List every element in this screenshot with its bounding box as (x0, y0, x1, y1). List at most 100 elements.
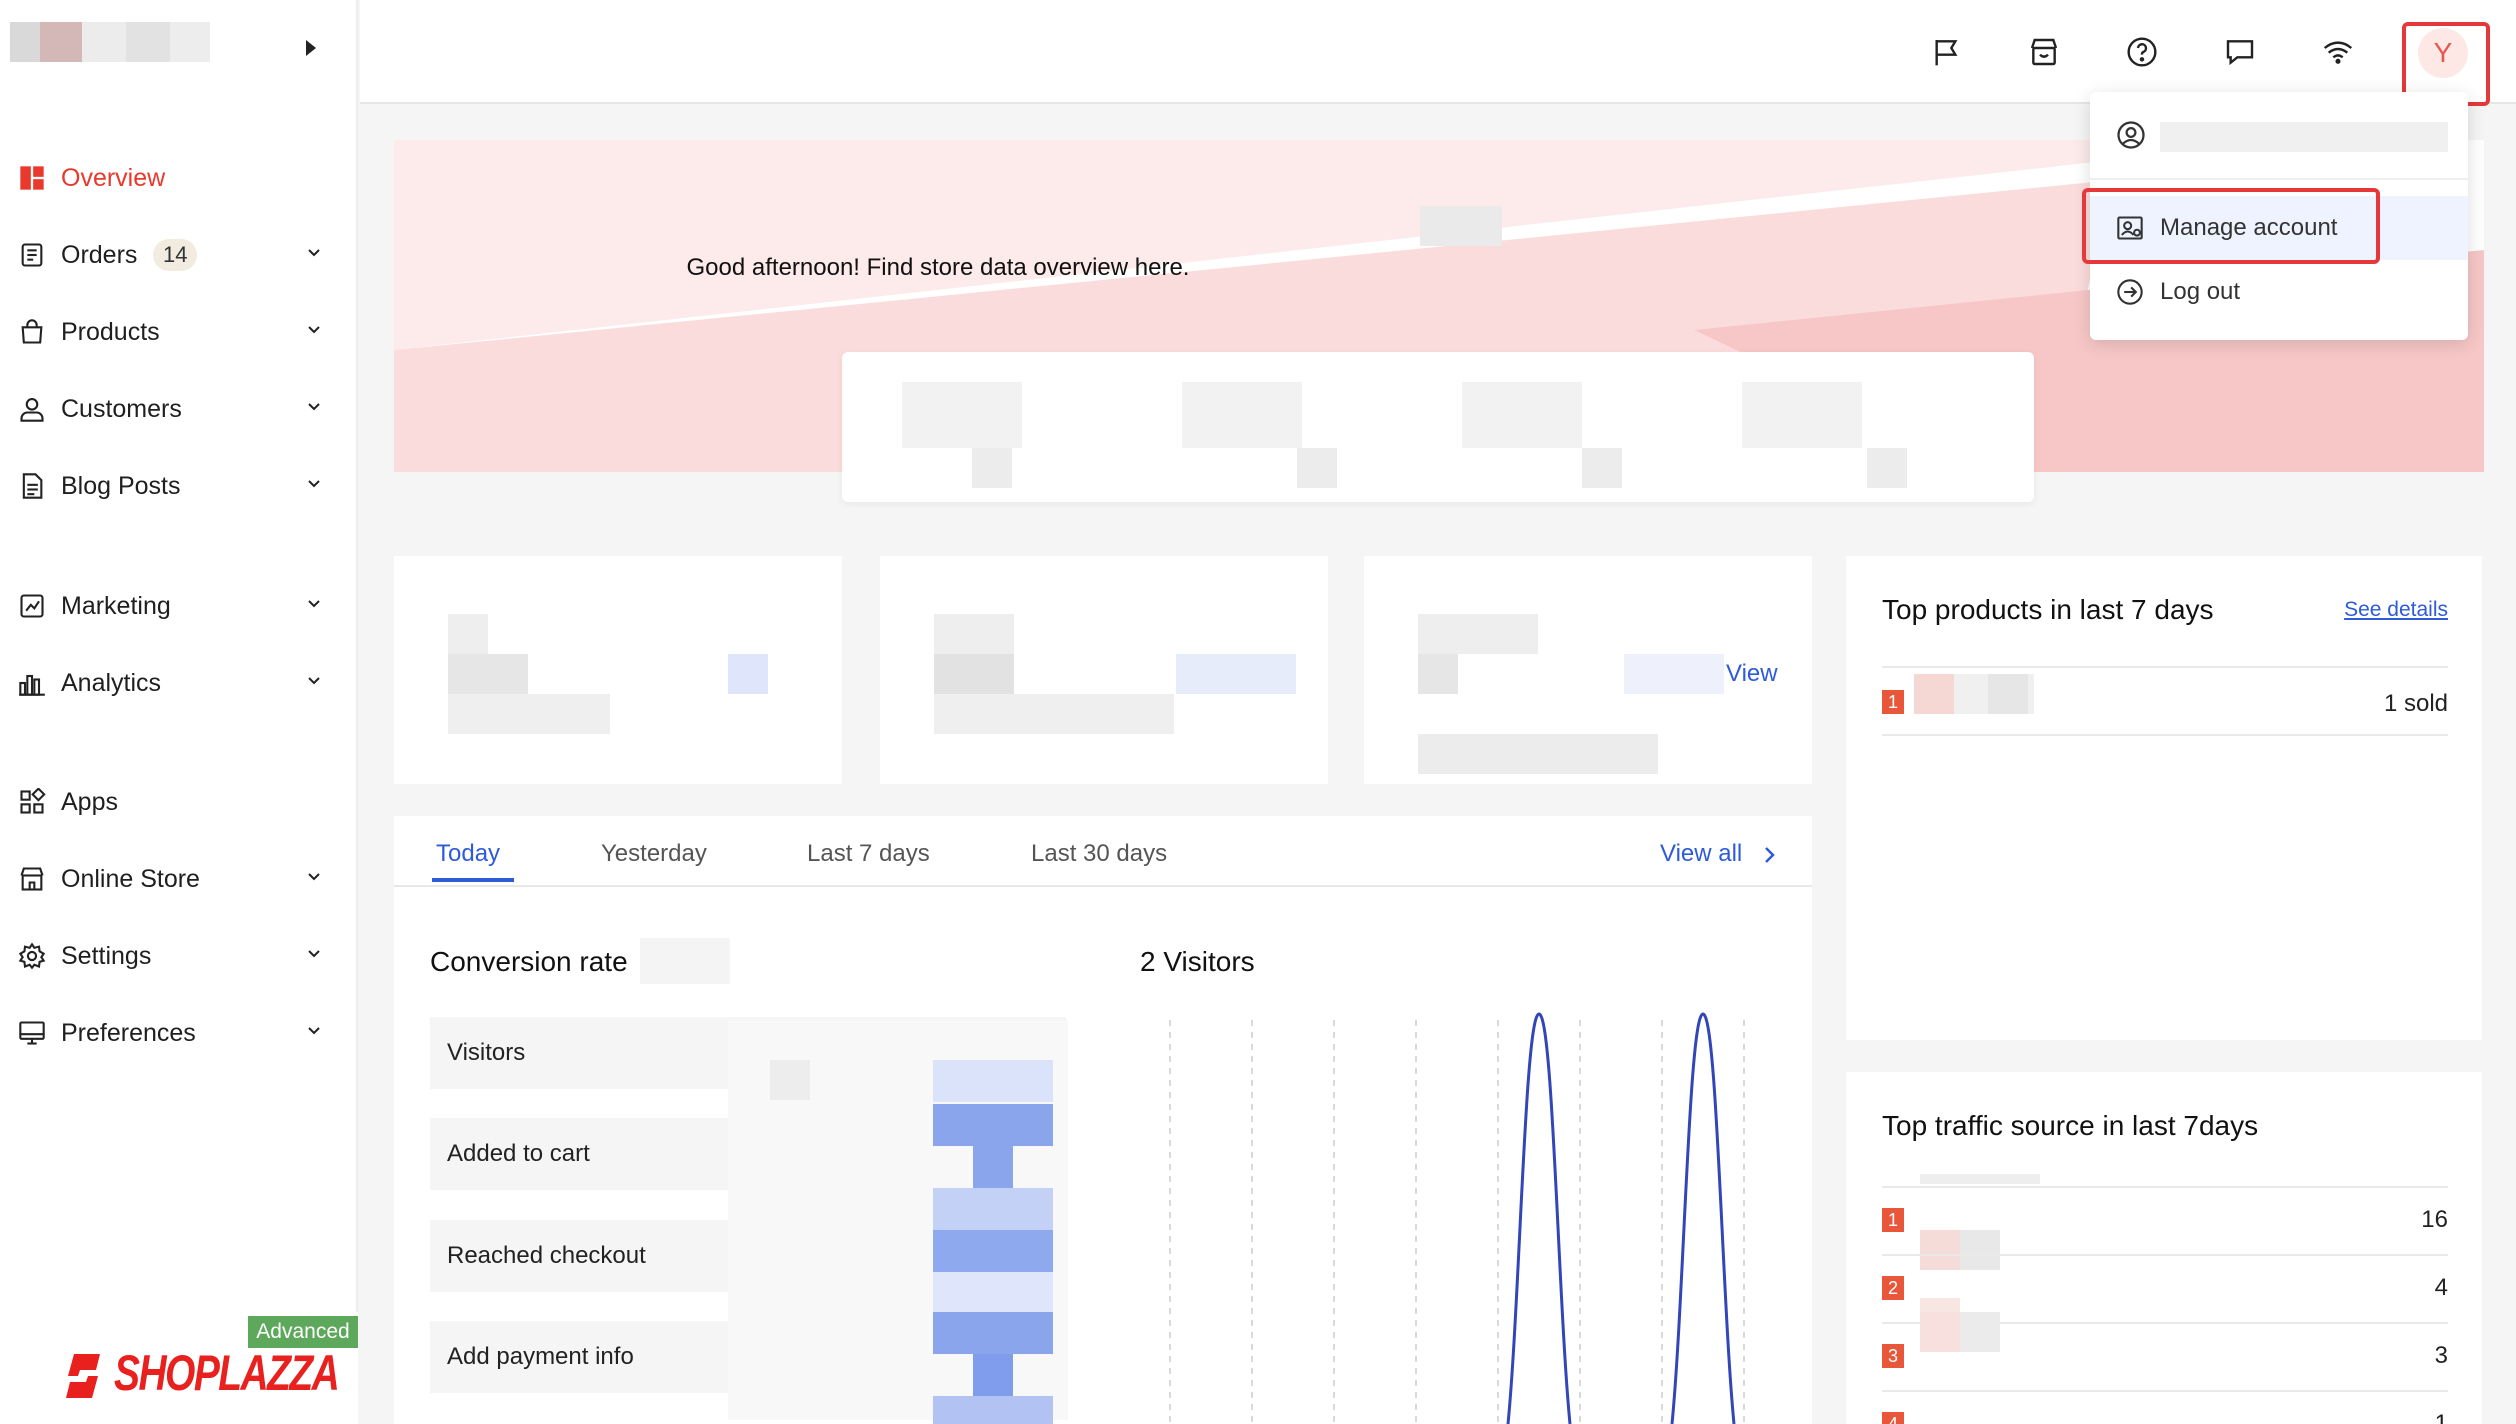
sidebar-item-customers[interactable]: Customers (0, 377, 358, 441)
orders-icon (21, 243, 43, 267)
customers-icon (20, 398, 44, 422)
user-menu-header (2090, 92, 2468, 180)
sidebar-item-label: Customers (61, 394, 182, 423)
store-logo-placeholder (1420, 206, 1502, 246)
sidebar-item-settings[interactable]: Settings (0, 924, 358, 988)
sidebar-item-blog-posts[interactable]: Blog Posts (0, 454, 358, 518)
sidebar-item-label: Overview (61, 163, 166, 192)
sidebar-item-label: Analytics (61, 668, 162, 697)
visitors-title: 2 Visitors (1140, 946, 1255, 977)
top-traffic-card: Top traffic source in last 7days 1 16 2 … (1846, 1072, 2482, 1424)
logout-label: Log out (2160, 278, 2241, 305)
products-icon (21, 319, 43, 344)
sidebar-item-orders[interactable]: Orders 14 (0, 223, 358, 287)
view-all-link[interactable]: View all (1660, 840, 1742, 868)
stat-card (880, 556, 1328, 784)
rank-badge: 3 (1882, 1344, 1904, 1368)
rank-badge: 4 (1882, 1412, 1904, 1424)
blog-icon (22, 473, 43, 499)
chevron-down-icon (308, 480, 320, 488)
top-products-card: Top products in last 7 days See details … (1846, 556, 2482, 1040)
sidebar-item-label: Preferences (61, 1018, 196, 1047)
row-divider (1882, 734, 2448, 736)
help-icon[interactable] (2126, 36, 2158, 68)
chevron-down-icon (308, 1027, 320, 1035)
stat-card (394, 556, 842, 784)
store-switcher[interactable] (10, 16, 250, 100)
marketing-icon (20, 594, 44, 618)
funnel-label: Visitors (447, 1039, 526, 1066)
row-divider (1882, 666, 2448, 668)
chevron-right-icon[interactable] (1762, 846, 1776, 864)
user-circle-icon (2117, 121, 2145, 149)
greeting-text: Good afternoon! Find store data overview… (686, 254, 1190, 281)
funnel-label: Added to cart (447, 1140, 590, 1167)
active-tab-indicator (432, 878, 514, 882)
row-divider (1882, 1254, 2448, 1256)
sidebar-item-label: Orders (61, 240, 138, 269)
store-switcher-arrow-icon[interactable] (306, 40, 316, 56)
traffic-value: 4 (2434, 1274, 2448, 1301)
tab-yesterday[interactable]: Yesterday (601, 840, 707, 868)
logout-item[interactable]: Log out (2090, 260, 2468, 324)
top-bar (360, 0, 2516, 104)
view-link[interactable]: View (1726, 660, 1778, 688)
wifi-icon[interactable] (2322, 36, 2354, 68)
funnel-label: Reached checkout (447, 1242, 646, 1269)
tab-today[interactable]: Today (436, 840, 500, 868)
tab-last-7-days[interactable]: Last 7 days (807, 840, 930, 868)
sidebar-item-apps[interactable]: Apps (0, 770, 358, 834)
chat-icon[interactable] (2224, 36, 2256, 68)
chevron-down-icon (308, 677, 320, 685)
shoplazza-logo-icon (66, 1354, 100, 1398)
orders-count-badge: 14 (153, 239, 198, 271)
visitors-chart (1169, 1012, 1745, 1424)
tabs-divider (394, 885, 1812, 887)
sidebar-item-online-store[interactable]: Online Store (0, 847, 358, 911)
sidebar-item-label: Blog Posts (61, 471, 181, 500)
sidebar-item-overview[interactable]: Overview (0, 146, 358, 210)
store-icon (20, 867, 44, 891)
product-sold-value: 1 sold (2383, 690, 2448, 717)
chevron-down-icon (308, 326, 320, 334)
top-traffic-title: Top traffic source in last 7days (1882, 1110, 2259, 1141)
row-divider (1882, 1390, 2448, 1392)
visitors-line-peak (1670, 1012, 1736, 1424)
flag-icon[interactable] (1930, 36, 1962, 68)
chevron-down-icon (308, 249, 320, 257)
sidebar-item-label: Marketing (61, 591, 171, 620)
traffic-value: 1 (2434, 1410, 2448, 1424)
manage-account-highlight-box (2082, 188, 2380, 264)
sidebar-item-label: Products (61, 317, 160, 346)
sidebar-item-label: Online Store (61, 864, 200, 893)
hero-summary-card (842, 352, 2034, 502)
preferences-icon (19, 1021, 45, 1045)
rank-badge: 2 (1882, 1276, 1904, 1300)
row-divider (1882, 1186, 2448, 1188)
conversion-rate-title: Conversion rate (430, 946, 628, 977)
rank-badge: 1 (1882, 690, 1904, 714)
sidebar-item-marketing[interactable]: Marketing (0, 574, 358, 638)
traffic-value: 16 (2421, 1206, 2448, 1233)
storefront-icon[interactable] (2028, 36, 2060, 68)
logout-icon (2117, 279, 2143, 305)
sidebar-item-products[interactable]: Products (0, 300, 358, 364)
settings-icon (18, 942, 46, 970)
chevron-down-icon (308, 873, 320, 881)
chevron-down-icon (308, 950, 320, 958)
funnel-label: Add payment info (447, 1343, 634, 1370)
tab-last-30-days[interactable]: Last 30 days (1031, 840, 1167, 868)
see-details-link[interactable]: See details (2344, 598, 2448, 622)
top-products-title: Top products in last 7 days (1882, 594, 2214, 625)
apps-icon (20, 788, 46, 814)
analytics-icon (19, 674, 45, 696)
chevron-down-icon (308, 600, 320, 608)
sidebar-item-label: Apps (61, 787, 118, 816)
conversion-rate-value-placeholder (640, 938, 730, 984)
overview-icon (20, 166, 44, 190)
sidebar: Overview Orders 14 Products Customers Bl… (0, 0, 358, 1424)
sidebar-item-preferences[interactable]: Preferences (0, 1001, 358, 1065)
rank-badge: 1 (1882, 1208, 1904, 1232)
sidebar-item-analytics[interactable]: Analytics (0, 651, 358, 715)
brand-name: SHOPLAZZA (114, 1345, 340, 1401)
